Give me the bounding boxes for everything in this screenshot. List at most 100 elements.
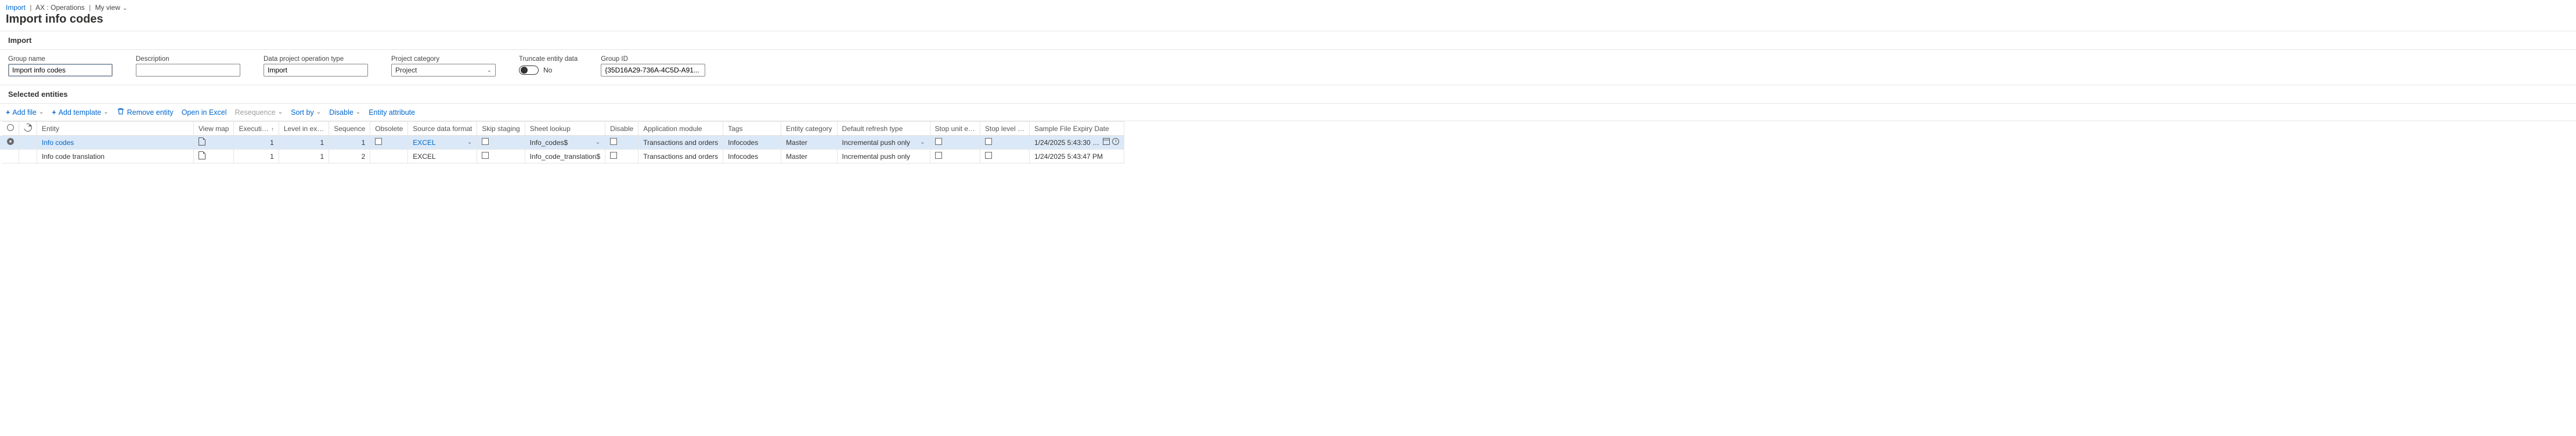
input-group-id[interactable] <box>601 64 705 77</box>
toggle-truncate-value: No <box>543 66 552 74</box>
field-operation-type: Data project operation type <box>264 56 368 77</box>
field-description: Description <box>136 56 240 77</box>
clock-icon[interactable] <box>1112 138 1119 145</box>
entities-grid: Entity View map Executi…↑ Level in ex… S… <box>0 121 1124 164</box>
col-header-source-data-format[interactable]: Source data format <box>408 122 477 136</box>
input-description[interactable] <box>136 64 240 77</box>
remove-entity-label: Remove entity <box>127 108 174 117</box>
col-header-entity-category[interactable]: Entity category <box>781 122 837 136</box>
label-operation-type: Data project operation type <box>264 56 368 63</box>
resequence-label: Resequence <box>235 108 276 117</box>
select-project-category[interactable]: Project ⌄ <box>391 64 496 77</box>
stop-level-error-checkbox[interactable] <box>985 152 992 159</box>
field-truncate: Truncate entity data No <box>519 56 578 77</box>
col-header-sample-expiry[interactable]: Sample File Expiry Date <box>1029 122 1124 136</box>
chevron-down-icon: ⌄ <box>920 139 925 146</box>
chevron-down-icon: ⌄ <box>487 67 492 74</box>
view-map-icon[interactable] <box>199 137 205 146</box>
field-group-id: Group ID <box>601 56 705 77</box>
cell-execution-unit: 1 <box>239 139 273 147</box>
skip-staging-checkbox[interactable] <box>482 138 489 145</box>
entity-link[interactable]: Info codes <box>42 139 74 147</box>
col-header-sheet-lookup[interactable]: Sheet lookup <box>525 122 605 136</box>
cell-entity: Info code translation <box>42 152 104 161</box>
col-header-execution-unit[interactable]: Executi…↑ <box>234 122 279 136</box>
open-in-excel-button[interactable]: Open in Excel <box>182 108 227 117</box>
col-header-stop-level-error[interactable]: Stop level … <box>980 122 1029 136</box>
calendar-icon[interactable] <box>1103 138 1110 145</box>
chevron-down-icon: ⌄ <box>278 109 283 115</box>
obsolete-checkbox[interactable] <box>375 138 382 145</box>
col-header-select[interactable] <box>2 122 19 136</box>
col-header-stop-unit-error[interactable]: Stop unit e… <box>930 122 980 136</box>
breadcrumb-my-view-label: My view <box>95 3 120 12</box>
toggle-truncate[interactable]: No <box>519 64 578 77</box>
col-header-entity[interactable]: Entity <box>37 122 194 136</box>
cell-sequence: 2 <box>334 152 365 161</box>
chevron-down-icon: ⌄ <box>596 139 600 146</box>
stop-unit-error-checkbox[interactable] <box>935 138 942 145</box>
sort-ascending-icon: ↑ <box>269 126 274 133</box>
col-header-disable[interactable]: Disable <box>605 122 638 136</box>
col-header-obsolete[interactable]: Obsolete <box>370 122 408 136</box>
label-truncate: Truncate entity data <box>519 56 578 63</box>
label-description: Description <box>136 56 240 63</box>
cell-sample-expiry: 1/24/2025 5:43:30 … <box>1034 139 1099 147</box>
cell-execution-unit: 1 <box>239 152 273 161</box>
plus-icon: + <box>52 108 56 117</box>
stop-level-error-checkbox[interactable] <box>985 138 992 145</box>
row-radio[interactable] <box>7 138 14 145</box>
sort-by-button[interactable]: Sort by ⌄ <box>291 108 321 117</box>
remove-entity-button[interactable]: Remove entity <box>117 107 174 117</box>
skip-staging-checkbox[interactable] <box>482 152 489 159</box>
cell-sheet-lookup: Info_code_translation$ <box>525 150 605 164</box>
disable-label: Disable <box>329 108 353 117</box>
chevron-down-icon: ⌄ <box>316 109 321 115</box>
col-header-sequence[interactable]: Sequence <box>329 122 370 136</box>
label-group-id: Group ID <box>601 56 705 63</box>
sort-by-label: Sort by <box>291 108 314 117</box>
cell-level: 1 <box>284 139 324 147</box>
breadcrumb-sep: | <box>27 3 34 12</box>
view-map-icon[interactable] <box>199 151 205 159</box>
col-header-level[interactable]: Level in ex… <box>279 122 329 136</box>
plus-icon: + <box>6 108 10 117</box>
grid-toolbar: + Add file ⌄ + Add template ⌄ Remove ent… <box>0 104 2576 121</box>
add-template-label: Add template <box>59 108 102 117</box>
field-group-name: Group name <box>8 56 113 77</box>
col-header-default-refresh-type[interactable]: Default refresh type <box>837 122 930 136</box>
input-group-name[interactable] <box>8 64 113 77</box>
default-refresh-type-dropdown[interactable]: Incremental push only⌄ <box>842 139 925 147</box>
col-header-refresh[interactable] <box>19 122 37 136</box>
source-data-format-dropdown[interactable]: EXCEL⌄ <box>413 139 472 147</box>
col-header-view-map[interactable]: View map <box>194 122 234 136</box>
cell-level: 1 <box>284 152 324 161</box>
add-template-button[interactable]: + Add template ⌄ <box>52 108 108 117</box>
cell-application-module: Transactions and orders <box>638 136 723 150</box>
chevron-down-icon: ⌄ <box>120 5 127 12</box>
col-header-tags[interactable]: Tags <box>723 122 781 136</box>
cell-sample-expiry: 1/24/2025 5:43:47 PM <box>1029 150 1124 164</box>
add-file-button[interactable]: + Add file ⌄ <box>6 108 44 117</box>
col-header-application-module[interactable]: Application module <box>638 122 723 136</box>
section-header-selected-entities[interactable]: Selected entities <box>0 85 2576 104</box>
input-operation-type[interactable] <box>264 64 368 77</box>
section-header-import[interactable]: Import <box>0 31 2576 50</box>
breadcrumb-my-view[interactable]: My view⌄ <box>95 3 128 12</box>
cell-source-data-format: EXCEL <box>408 150 477 164</box>
disable-checkbox[interactable] <box>610 152 617 159</box>
page-title: Import info codes <box>0 13 2576 31</box>
chevron-down-icon: ⌄ <box>356 109 360 115</box>
disable-checkbox[interactable] <box>610 138 617 145</box>
table-row[interactable]: Info codes 1 1 1 EXCEL⌄ Info_codes$⌄ Tra… <box>0 136 1124 150</box>
disable-button[interactable]: Disable ⌄ <box>329 108 360 117</box>
add-file-label: Add file <box>12 108 37 117</box>
breadcrumb-ax-operations: AX : Operations <box>35 3 85 12</box>
stop-unit-error-checkbox[interactable] <box>935 152 942 159</box>
col-header-skip-staging[interactable]: Skip staging <box>477 122 525 136</box>
breadcrumb-import[interactable]: Import <box>6 3 26 12</box>
chevron-down-icon: ⌄ <box>39 109 44 115</box>
table-row[interactable]: Info code translation 1 1 2 EXCEL Info_c… <box>0 150 1124 164</box>
entity-attribute-button[interactable]: Entity attribute <box>369 108 415 117</box>
sheet-lookup-dropdown[interactable]: Info_codes$⌄ <box>530 139 600 147</box>
